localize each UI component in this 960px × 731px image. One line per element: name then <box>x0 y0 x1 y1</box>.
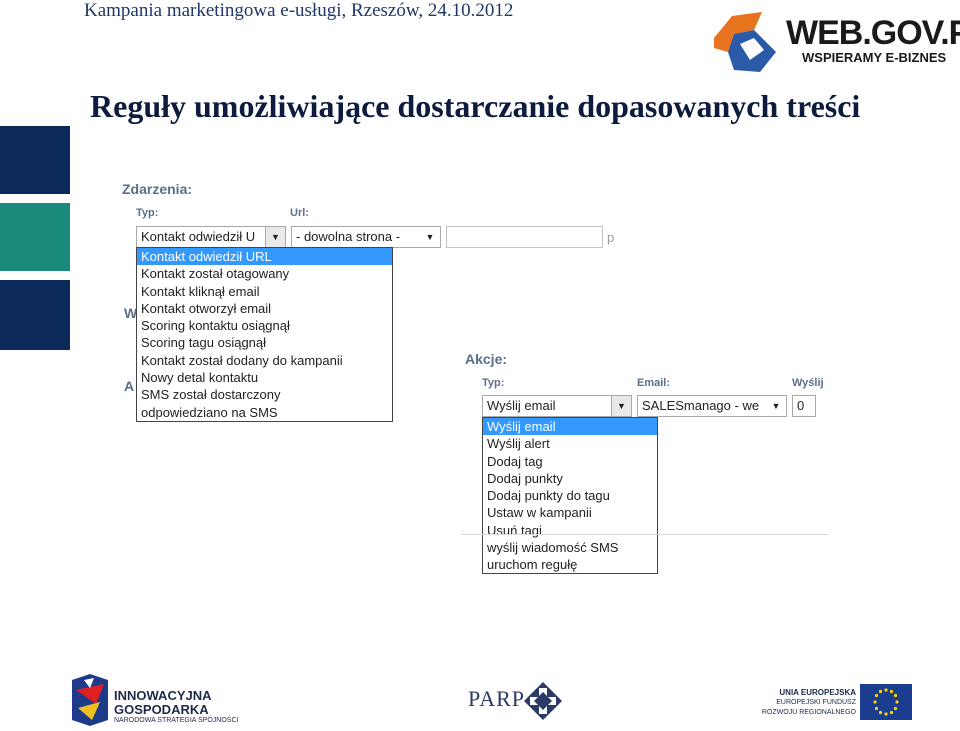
event-type-option[interactable]: Kontakt został dodany do kampanii <box>137 352 392 369</box>
event-type-option[interactable]: Kontakt został otagowany <box>137 265 392 282</box>
eu-logo-line2: EUROPEJSKI FUNDUSZ <box>776 699 856 706</box>
decorative-bar-navy <box>0 126 70 194</box>
action-send-input[interactable]: 0 <box>792 395 816 417</box>
action-type-option[interactable]: Dodaj tag <box>483 453 657 470</box>
presentation-header: Kampania marketingowa e-usługi, Rzeszów,… <box>84 0 514 21</box>
slide-title: Reguły umożliwiające dostarczanie dopaso… <box>90 88 861 124</box>
action-type-option[interactable]: Usuń tagi <box>483 522 657 539</box>
ig-logo-line3: NARODOWA STRATEGIA SPÓJNOŚCI <box>114 717 239 724</box>
panel-divider <box>461 534 829 535</box>
event-type-option[interactable]: Scoring kontaktu osiągnął <box>137 317 392 334</box>
action-type-label: Typ: <box>482 377 505 389</box>
eu-flag-icon <box>860 684 912 720</box>
event-url-label: Url: <box>290 207 309 219</box>
action-type-option[interactable]: wyślij wiadomość SMS <box>483 539 657 556</box>
event-type-select[interactable]: Kontakt odwiedził U ▼ <box>136 226 286 248</box>
action-type-option[interactable]: Wyślij alert <box>483 435 657 452</box>
eu-logo-line1: UNIA EUROPEJSKA <box>779 688 856 697</box>
parp-logo-text: PARP <box>468 686 526 711</box>
webgov-logo-tagline: WSPIERAMY E-BIZNES <box>802 50 947 65</box>
event-type-select-value: Kontakt odwiedził U <box>141 229 256 244</box>
events-section-label: Zdarzenia: <box>122 181 193 197</box>
event-type-dropdown-list: Kontakt odwiedził URL Kontakt został otag… <box>136 247 393 422</box>
parp-logo-icon <box>524 682 562 720</box>
innowacyjna-gospodarka-logo-icon <box>72 674 108 726</box>
ig-logo-line2: GOSPODARKA <box>114 702 209 717</box>
chevron-down-icon[interactable]: ▼ <box>265 227 285 247</box>
action-type-select[interactable]: Wyślij email ▼ <box>482 395 632 417</box>
webgov-logo-name: WEB.GOV.PL <box>786 14 960 52</box>
chevron-down-icon[interactable]: ▼ <box>420 227 440 247</box>
event-type-option[interactable]: Scoring tagu osiągnął <box>137 334 392 351</box>
event-url-select[interactable]: - dowolna strona - ▼ <box>291 226 441 248</box>
action-send-label: Wyślij <box>792 377 824 389</box>
event-trailing-text: p <box>607 230 615 245</box>
action-type-option[interactable]: Ustaw w kampanii <box>483 504 657 521</box>
action-type-option[interactable]: uruchom regułę <box>483 556 657 573</box>
action-send-input-value: 0 <box>797 398 805 413</box>
event-type-option[interactable]: Nowy detal kontaktu <box>137 369 392 386</box>
hidden-section-label-a: A <box>124 378 135 394</box>
event-type-option[interactable]: odpowiedziano na SMS <box>137 404 392 421</box>
decorative-bar-navy-lower <box>0 280 70 350</box>
action-email-label: Email: <box>637 377 671 389</box>
action-email-select-value: SALESmanago - we <box>642 398 760 413</box>
event-type-option[interactable]: Kontakt otworzył email <box>137 300 392 317</box>
event-type-option[interactable]: Kontakt kliknął email <box>137 283 392 300</box>
actions-section-label: Akcje: <box>465 351 508 367</box>
eu-logo-line3: ROZWOJU REGIONALNEGO <box>761 709 856 716</box>
action-type-option[interactable]: Wyślij email <box>483 418 657 436</box>
event-url-input[interactable] <box>446 226 603 248</box>
action-type-dropdown-list: Wyślij email Wyślij alert Dodaj tag Dodaj p… <box>482 417 658 574</box>
decorative-bar-teal <box>0 203 70 271</box>
ig-logo-line1: INNOWACYJNA <box>114 688 212 703</box>
chevron-down-icon[interactable]: ▼ <box>611 396 631 416</box>
chevron-down-icon[interactable]: ▼ <box>766 396 786 416</box>
action-type-option[interactable]: Dodaj punkty do tagu <box>483 487 657 504</box>
event-type-label: Typ: <box>136 207 159 219</box>
action-type-option[interactable]: Dodaj punkty <box>483 470 657 487</box>
event-type-option[interactable]: Kontakt odwiedził URL <box>137 248 392 266</box>
event-type-option[interactable]: SMS został dostarczony <box>137 386 392 403</box>
event-url-select-value: - dowolna strona - <box>296 229 401 244</box>
action-email-select[interactable]: SALESmanago - we ▼ <box>637 395 787 417</box>
action-type-select-value: Wyślij email <box>487 398 556 413</box>
